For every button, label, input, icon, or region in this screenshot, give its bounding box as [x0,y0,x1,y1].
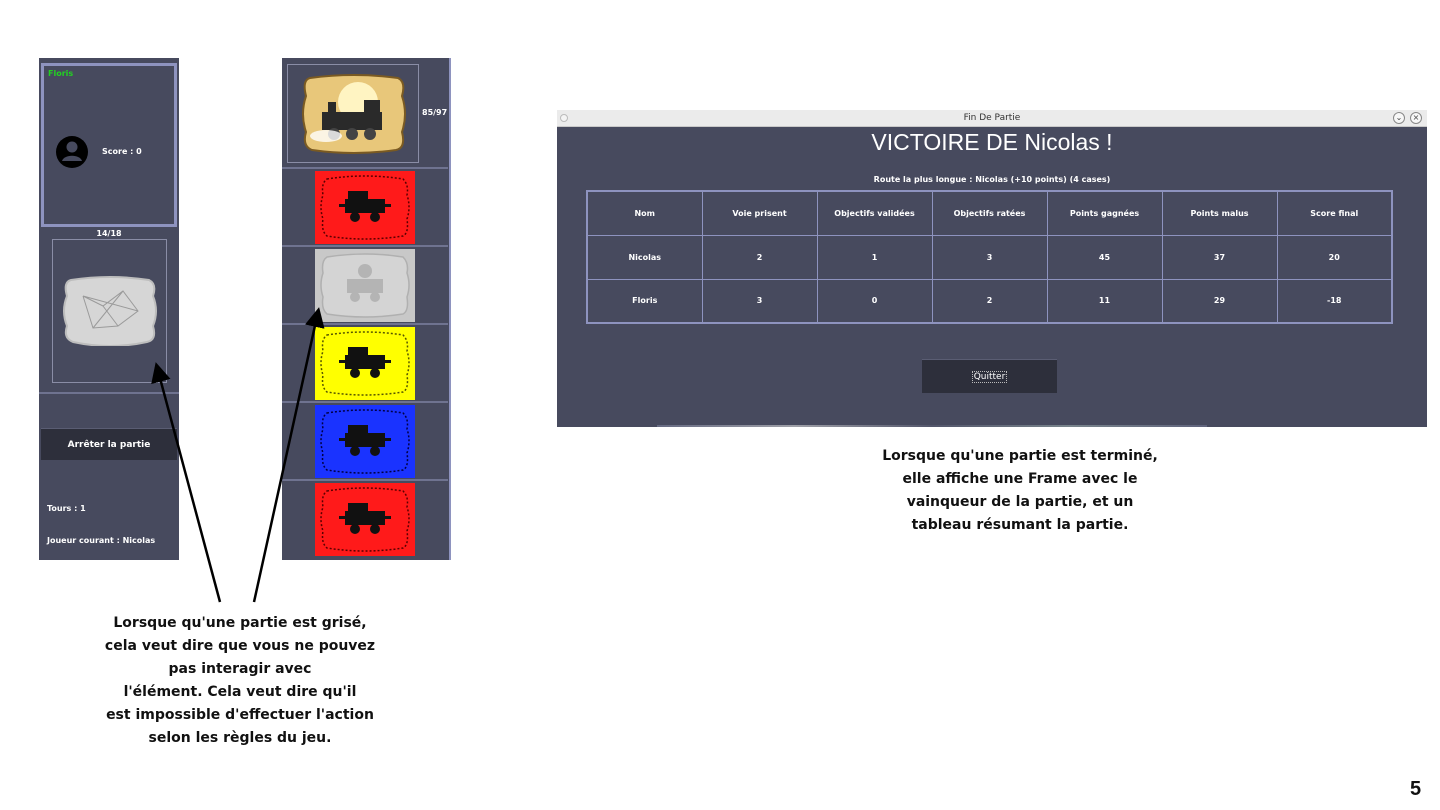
table-header: Points malus [1161,190,1278,236]
victory-title: VICTOIRE DE Nicolas ! [871,129,1113,155]
wagon-card-slot[interactable] [282,167,448,244]
wagon-card-slot[interactable] [282,401,448,478]
caption-line: pas interagir avec [168,661,312,677]
end-game-window: Fin De Partie ⌄ × VICTOIRE DE Nicolas ! … [557,110,1427,427]
player-name: Floris [48,69,74,78]
window-titlebar[interactable]: Fin De Partie ⌄ × [557,110,1427,127]
panel-divider [39,392,179,394]
table-cell: 0 [816,278,933,324]
caption-end-frame: Lorsque qu'une partie est terminé, elle … [850,445,1190,537]
results-table: Nom Voie prisent Objectifs validées Obje… [586,190,1393,324]
player-card: Floris Score : 0 [41,63,177,227]
caption-line: Lorsque qu'une partie est terminé, [882,448,1158,464]
caption-line: tableau résumant la partie. [911,517,1129,533]
close-icon[interactable]: × [1410,112,1422,124]
stop-game-button[interactable]: Arrêter la partie [41,428,177,460]
window-title: Fin De Partie [963,113,1021,123]
caption-line: vainqueur de la partie, et un [906,494,1134,510]
blue-wagon-card-icon [315,405,415,478]
caption-line: cela veut dire que vous ne pouvez [104,638,376,654]
table-cell: -18 [1276,278,1393,324]
grey-locomotive-card-icon [315,249,415,322]
table-cell: 37 [1161,234,1278,280]
quit-button-label: Quitter [971,370,1008,383]
table-cell: Nicolas [586,234,703,280]
caption-line: l'élément. Cela veut dire qu'il [123,684,357,700]
caption-line: elle affiche une Frame avec le [902,471,1138,487]
quit-button[interactable]: Quitter [922,359,1057,393]
avatar-icon [56,136,88,168]
wagon-card-slot-disabled [282,245,448,322]
table-header: Nom [586,190,703,236]
locomotive-card-icon [302,74,406,154]
table-cell: 3 [701,278,818,324]
table-cell: 1 [816,234,933,280]
objective-card-disabled [63,276,157,346]
longest-route-info: Route la plus longue : Nicolas (+10 poin… [873,175,1111,184]
table-row: Floris 3 0 2 11 29 -18 [586,278,1393,324]
table-cell: 45 [1046,234,1163,280]
player-panel: Floris Score : 0 14/18 Arrêter la partie… [39,58,179,560]
table-cell: 2 [701,234,818,280]
red-wagon-card-icon [315,171,415,244]
window-bottom-strip [657,425,1207,427]
wagon-card-slot[interactable] [282,479,448,556]
table-row: Nicolas 2 1 3 45 37 20 [586,234,1393,280]
table-header: Points gagnées [1046,190,1163,236]
table-cell: Floris [586,278,703,324]
table-cell: 29 [1161,278,1278,324]
deck-count: 85/97 [422,108,448,117]
table-header: Voie prisent [701,190,818,236]
player-score: Score : 0 [102,147,142,156]
red-wagon-card-icon [315,483,415,556]
objective-card-slot [52,239,167,383]
table-cell: 3 [931,234,1048,280]
table-header: Score final [1276,190,1393,236]
turn-counter: Tours : 1 [47,504,86,513]
table-cell: 11 [1046,278,1163,324]
current-player-label: Joueur courant : Nicolas [47,536,156,545]
table-header-row: Nom Voie prisent Objectifs validées Obje… [586,190,1393,236]
deck-pile[interactable] [287,64,419,163]
caption-line: Lorsque qu'une partie est grisé, [113,615,367,631]
caption-disabled-elements: Lorsque qu'une partie est grisé, cela ve… [60,612,420,750]
caption-line: est impossible d'effectuer l'action [106,707,374,723]
yellow-wagon-card-icon [315,327,415,400]
deck-panel: 85/97 [282,58,451,560]
minimize-icon[interactable]: ⌄ [1393,112,1405,124]
table-cell: 2 [931,278,1048,324]
objective-count: 14/18 [96,229,122,238]
table-header: Objectifs validées [816,190,933,236]
table-header: Objectifs ratées [931,190,1048,236]
wagon-card-slot[interactable] [282,323,448,400]
table-cell: 20 [1276,234,1393,280]
caption-line: selon les règles du jeu. [148,730,332,746]
page-number: 5 [1410,778,1422,800]
